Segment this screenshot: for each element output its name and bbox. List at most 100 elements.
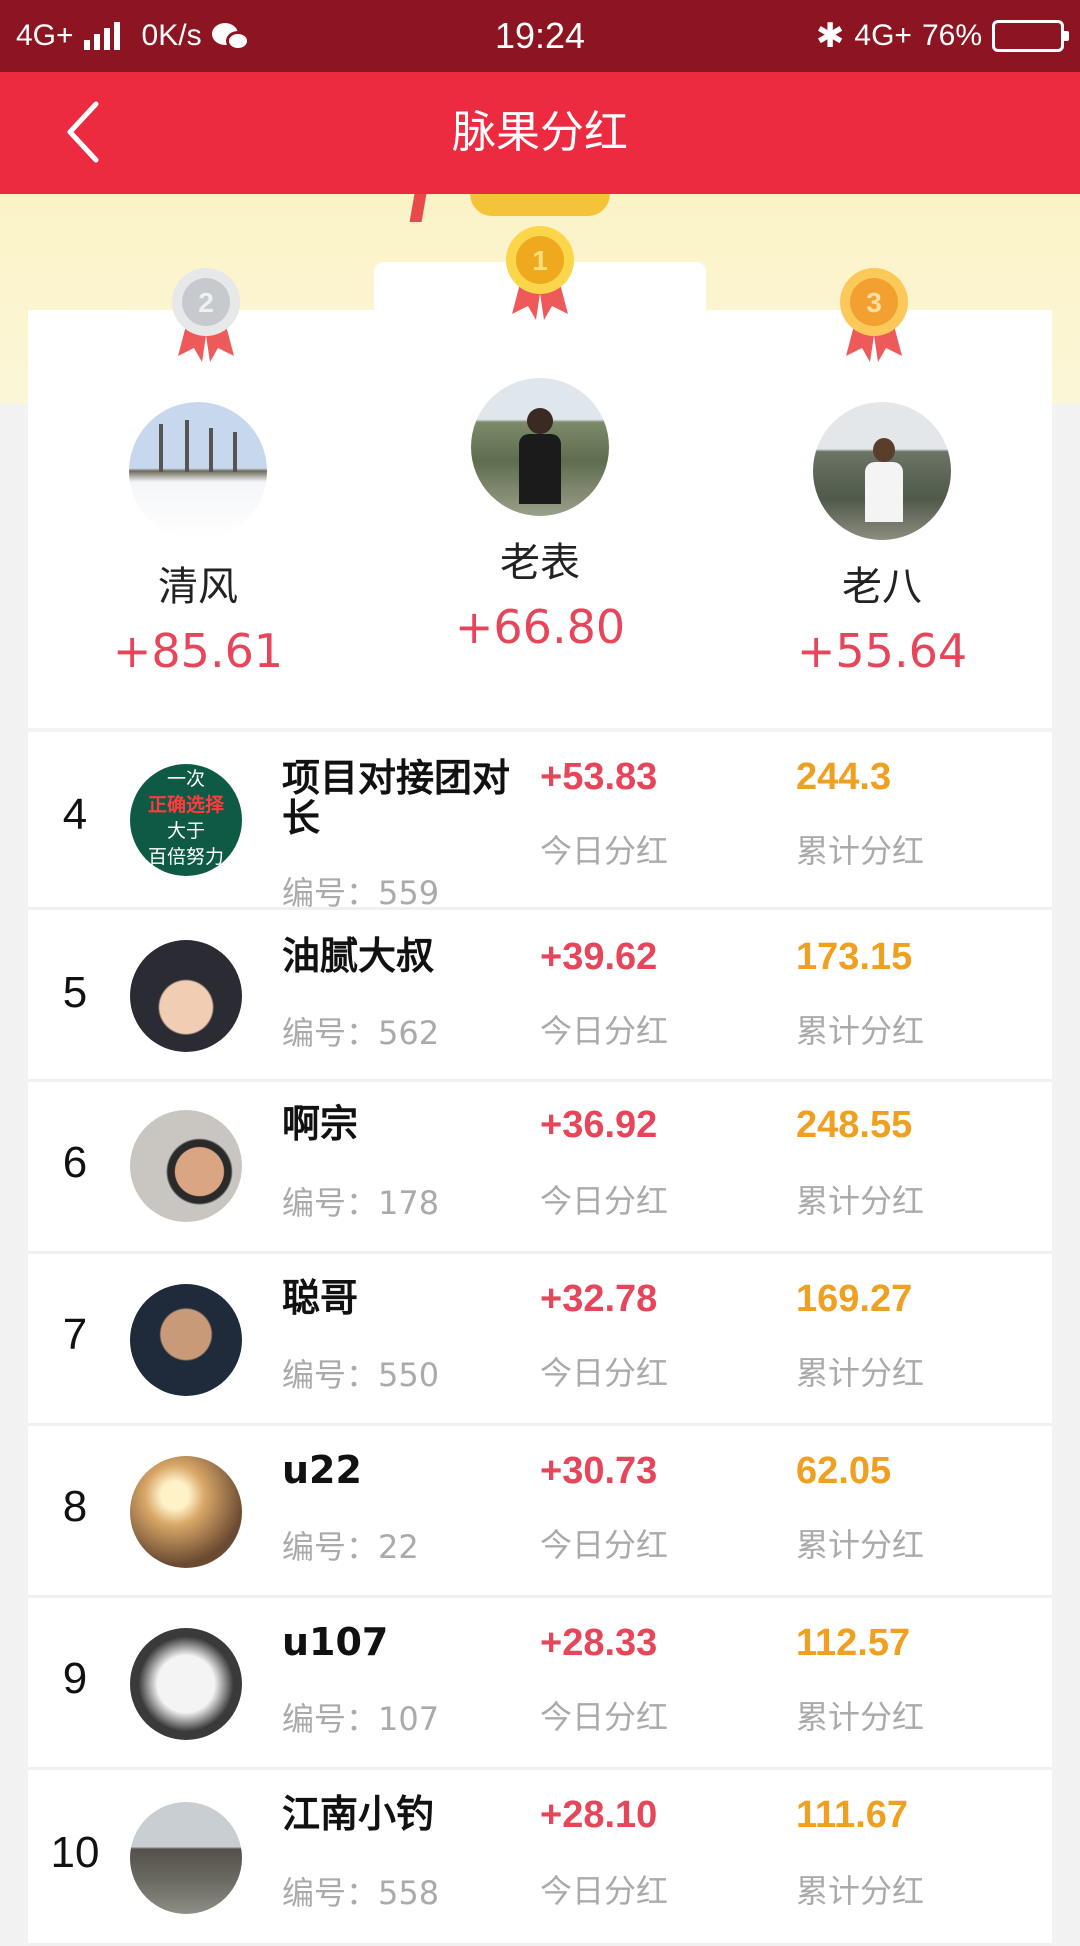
ribbon-decoration bbox=[409, 194, 427, 222]
avatar bbox=[130, 1628, 242, 1740]
today-dividend: +32.78 bbox=[540, 1278, 658, 1320]
podium-first[interactable]: 老表 +66.80 bbox=[370, 378, 710, 654]
total-dividend: 248.55 bbox=[796, 1104, 913, 1146]
avatar: 一次 正确选择 大于 百倍努力 bbox=[130, 764, 242, 876]
id-prefix: 编号： bbox=[282, 1700, 379, 1738]
total-dividend: 112.57 bbox=[796, 1622, 911, 1664]
avatar bbox=[813, 402, 951, 540]
network-speed: 0K/s bbox=[141, 19, 202, 52]
id-value: 562 bbox=[378, 1014, 440, 1052]
avatar bbox=[129, 402, 267, 540]
today-dividend: +36.92 bbox=[540, 1104, 658, 1146]
member-name: 项目对接团对长 bbox=[282, 756, 511, 840]
avatar bbox=[130, 940, 242, 1052]
total-dividend-label: 累计分红 bbox=[796, 1698, 925, 1736]
podium-amount: +55.64 bbox=[796, 624, 968, 678]
member-name: u107 bbox=[282, 1620, 389, 1664]
chevron-left-icon bbox=[67, 101, 99, 163]
today-dividend-label: 今日分红 bbox=[540, 1012, 669, 1050]
bluetooth-icon: ✱ bbox=[815, 17, 845, 55]
id-value: 22 bbox=[378, 1528, 419, 1566]
rank-number: 4 bbox=[62, 790, 88, 839]
today-dividend: +28.33 bbox=[540, 1622, 658, 1664]
rank-number: 5 bbox=[62, 968, 88, 1017]
today-dividend-label: 今日分红 bbox=[540, 1872, 669, 1910]
podium-third[interactable]: 老八 +55.64 bbox=[712, 402, 1052, 678]
member-id: 编号：178 bbox=[282, 1178, 439, 1224]
back-button[interactable] bbox=[50, 92, 130, 172]
avatar-text: 一次 bbox=[166, 768, 205, 790]
total-dividend: 244.3 bbox=[796, 756, 892, 798]
total-dividend-label: 累计分红 bbox=[796, 1526, 925, 1564]
status-left: 4G+ 0K/s bbox=[16, 0, 252, 72]
signal-icon bbox=[83, 22, 120, 50]
wechat-icon bbox=[211, 19, 252, 53]
list-item[interactable]: 4 一次 正确选择 大于 百倍努力 项目对接团对长 编号：559 +53.83 … bbox=[28, 732, 1052, 912]
avatar bbox=[130, 1802, 242, 1914]
ranking-list: 4 一次 正确选择 大于 百倍努力 项目对接团对长 编号：559 +53.83 … bbox=[28, 732, 1052, 1946]
today-dividend-label: 今日分红 bbox=[540, 1526, 669, 1564]
list-item[interactable]: 5 油腻大叔 编号：562 +39.62 今日分红 173.15 累计分红 bbox=[28, 910, 1052, 1082]
id-prefix: 编号： bbox=[282, 1874, 379, 1912]
avatar-text: 百倍努力 bbox=[147, 846, 224, 868]
total-dividend-label: 累计分红 bbox=[796, 1182, 925, 1220]
podium-second[interactable]: 清风 +85.61 bbox=[28, 402, 368, 678]
member-id: 编号：562 bbox=[282, 1008, 439, 1054]
list-item[interactable]: 9 u107 编号：107 +28.33 今日分红 112.57 累计分红 bbox=[28, 1598, 1052, 1770]
member-id: 编号：559 bbox=[282, 868, 439, 914]
rank-number: 8 bbox=[62, 1482, 88, 1531]
podium-amount: +66.80 bbox=[454, 600, 626, 654]
network-type-left: 4G+ bbox=[16, 19, 74, 52]
podium-name: 清风 bbox=[158, 564, 238, 610]
member-name: 啊宗 bbox=[282, 1102, 359, 1146]
id-prefix: 编号： bbox=[282, 1356, 379, 1394]
status-right: ✱ 4G+ 76% bbox=[815, 0, 1069, 72]
id-value: 550 bbox=[378, 1356, 440, 1394]
member-id: 编号：22 bbox=[282, 1522, 419, 1568]
rank-number: 6 bbox=[62, 1138, 88, 1187]
podium-name: 老八 bbox=[842, 564, 922, 610]
total-dividend-label: 累计分红 bbox=[796, 832, 925, 870]
today-dividend: +28.10 bbox=[540, 1794, 658, 1836]
id-value: 558 bbox=[378, 1874, 440, 1912]
id-prefix: 编号： bbox=[282, 1528, 379, 1566]
member-name: 聪哥 bbox=[282, 1276, 359, 1320]
member-name: u22 bbox=[282, 1448, 362, 1492]
id-value: 559 bbox=[378, 874, 440, 912]
today-dividend-label: 今日分红 bbox=[540, 832, 669, 870]
list-item[interactable]: 6 啊宗 编号：178 +36.92 今日分红 248.55 累计分红 bbox=[28, 1082, 1052, 1254]
avatar-text: 正确选择 bbox=[147, 794, 224, 816]
battery-percent: 76% bbox=[921, 19, 982, 52]
podium-name: 老表 bbox=[500, 540, 580, 586]
svg-text:2: 2 bbox=[198, 287, 214, 318]
member-id: 编号：550 bbox=[282, 1350, 439, 1396]
list-item[interactable]: 7 聪哥 编号：550 +32.78 今日分红 169.27 累计分红 bbox=[28, 1254, 1052, 1426]
list-item[interactable]: 8 u22 编号：22 +30.73 今日分红 62.05 累计分红 bbox=[28, 1426, 1052, 1598]
podium-amount: +85.61 bbox=[112, 624, 284, 678]
id-prefix: 编号： bbox=[282, 1014, 379, 1052]
id-value: 178 bbox=[378, 1184, 440, 1222]
avatar bbox=[130, 1110, 242, 1222]
bronze-medal-icon: 3 bbox=[834, 264, 914, 362]
silver-medal-icon: 2 bbox=[166, 264, 246, 362]
id-prefix: 编号： bbox=[282, 1184, 379, 1222]
id-value: 107 bbox=[378, 1700, 440, 1738]
id-prefix: 编号： bbox=[282, 874, 379, 912]
member-name: 油腻大叔 bbox=[282, 934, 435, 978]
total-dividend: 111.67 bbox=[796, 1794, 909, 1836]
avatar bbox=[471, 378, 609, 516]
total-dividend: 169.27 bbox=[796, 1278, 913, 1320]
today-dividend-label: 今日分红 bbox=[540, 1354, 669, 1392]
today-dividend-label: 今日分红 bbox=[540, 1182, 669, 1220]
total-dividend-label: 累计分红 bbox=[796, 1354, 925, 1392]
today-dividend: +30.73 bbox=[540, 1450, 658, 1492]
avatar bbox=[130, 1456, 242, 1568]
avatar bbox=[130, 1284, 242, 1396]
today-dividend-label: 今日分红 bbox=[540, 1698, 669, 1736]
total-dividend-label: 累计分红 bbox=[796, 1872, 925, 1910]
battery-icon bbox=[992, 20, 1069, 52]
total-dividend: 62.05 bbox=[796, 1450, 892, 1492]
trophy-decoration bbox=[470, 194, 610, 216]
avatar-text: 大于 bbox=[166, 820, 205, 842]
network-type-right: 4G+ bbox=[854, 19, 912, 52]
